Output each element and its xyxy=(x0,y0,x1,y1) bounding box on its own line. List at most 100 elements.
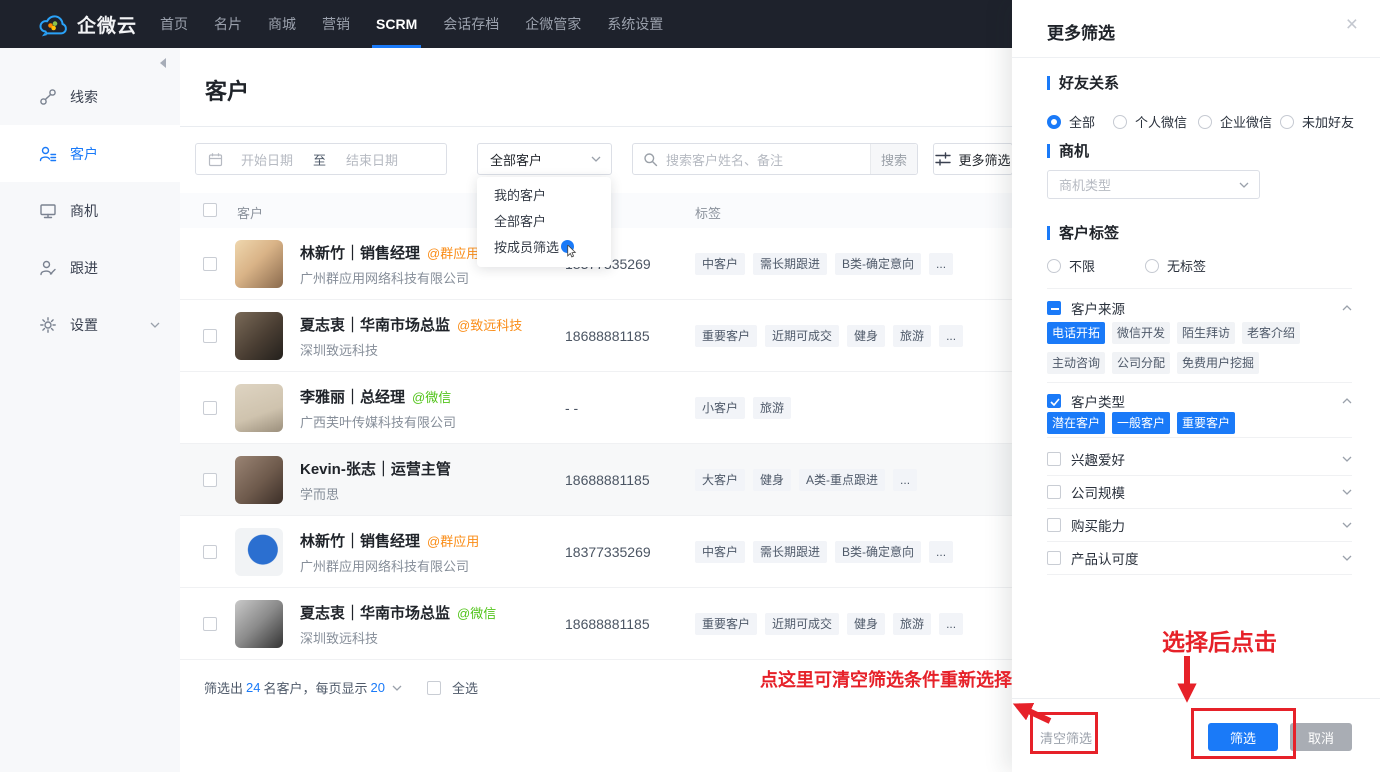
scope-option-all-customers[interactable]: 全部客户 xyxy=(477,209,611,235)
tag-group-customer-type[interactable]: 客户类型 xyxy=(1047,391,1352,411)
checkbox-icon[interactable] xyxy=(1047,485,1061,499)
tag-group-interests[interactable]: 兴趣爱好 xyxy=(1047,443,1352,476)
divider xyxy=(1012,698,1380,699)
scope-option-my-customers[interactable]: 我的客户 xyxy=(477,183,611,209)
customer-name: Kevin-张志｜运营主管 xyxy=(300,461,451,478)
checkbox-icon[interactable] xyxy=(1047,452,1061,466)
select-all-checkbox[interactable] xyxy=(426,680,441,695)
table-row[interactable]: 夏志衷｜华南市场总监 @微信 深圳致远科技 18688881185 重要客户 近期… xyxy=(180,588,1012,660)
chip[interactable]: 重要客户 xyxy=(1177,412,1236,434)
chevron-up-icon[interactable] xyxy=(1342,305,1352,311)
chevron-down-icon[interactable] xyxy=(392,685,402,691)
radio-enterprise-wechat[interactable]: 企业微信 xyxy=(1198,112,1272,131)
search-button[interactable]: 搜索 xyxy=(870,144,917,174)
cancel-button[interactable]: 取消 xyxy=(1290,723,1352,751)
table-row[interactable]: 夏志衷｜华南市场总监 @致远科技 深圳致远科技 18688881185 重要客户 … xyxy=(180,300,1012,372)
chevron-down-icon[interactable] xyxy=(1342,522,1352,528)
sidebar-item-opportunities[interactable]: 商机 xyxy=(0,182,180,239)
radio-all[interactable]: 全部 xyxy=(1047,112,1095,131)
section-marker xyxy=(1047,225,1050,240)
chevron-down-icon[interactable] xyxy=(1342,489,1352,495)
table-row[interactable]: 李雅丽｜总经理 @微信 广西芙叶传媒科技有限公司 - - 小客户 旅游 xyxy=(180,372,1012,444)
chip[interactable]: 陌生拜访 xyxy=(1177,322,1236,344)
tag: 大客户 xyxy=(695,469,746,491)
drawer-title: 更多筛选 xyxy=(1047,24,1115,43)
row-checkbox[interactable] xyxy=(203,401,217,415)
tag-more[interactable]: ... xyxy=(939,325,964,347)
tag-more[interactable]: ... xyxy=(929,253,954,275)
date-range-input[interactable]: 开始日期 至 结束日期 xyxy=(195,143,447,175)
customer-name: 夏志衷｜华南市场总监 xyxy=(300,317,451,334)
page-size-value[interactable]: 20 xyxy=(371,680,385,695)
sidebar-item-followup[interactable]: 跟进 xyxy=(0,239,180,296)
chevron-up-icon[interactable] xyxy=(1342,398,1352,404)
nav-item-mall[interactable]: 商城 xyxy=(262,0,302,48)
tag-group-product-recognition[interactable]: 产品认可度 xyxy=(1047,542,1352,575)
search-placeholder: 搜索客户姓名、备注 xyxy=(666,152,784,168)
nav-item-marketing[interactable]: 营销 xyxy=(316,0,356,48)
customer-scope-select[interactable]: 全部客户 xyxy=(477,143,612,175)
chip[interactable]: 一般客户 xyxy=(1112,412,1171,434)
tag-group-buying-power[interactable]: 购买能力 xyxy=(1047,509,1352,542)
chevron-down-icon[interactable] xyxy=(1342,555,1352,561)
row-checkbox[interactable] xyxy=(203,545,217,559)
radio-no-limit[interactable]: 不限 xyxy=(1047,256,1095,275)
row-checkbox[interactable] xyxy=(203,617,217,631)
customer-badge: @微信 xyxy=(457,606,497,621)
date-end-placeholder: 结束日期 xyxy=(346,152,399,168)
chip[interactable]: 微信开发 xyxy=(1112,322,1171,344)
search-input[interactable]: 搜索客户姓名、备注 搜索 xyxy=(632,143,918,175)
sidebar-item-settings[interactable]: 设置 xyxy=(0,296,180,353)
radio-no-tag[interactable]: 无标签 xyxy=(1145,256,1206,275)
nav-item-system-settings[interactable]: 系统设置 xyxy=(601,0,669,48)
chevron-down-icon xyxy=(1239,182,1249,188)
annotation-clear-hint: 点这里可清空筛选条件重新选择 xyxy=(760,670,1012,690)
chip[interactable]: 公司分配 xyxy=(1112,352,1171,374)
nav-item-home[interactable]: 首页 xyxy=(154,0,194,48)
page-title: 客户 xyxy=(205,79,250,104)
checkbox-icon[interactable] xyxy=(1047,551,1061,565)
chip[interactable]: 电话开拓 xyxy=(1047,322,1106,344)
radio-not-friend[interactable]: 未加好友 xyxy=(1280,112,1354,131)
nav-item-wecom-manager[interactable]: 企微管家 xyxy=(519,0,587,48)
sidebar-item-leads[interactable]: 线索 xyxy=(0,68,180,125)
divider xyxy=(1047,382,1352,383)
tag: 需长期跟进 xyxy=(753,541,828,563)
column-header-customer: 客户 xyxy=(237,206,264,221)
row-checkbox[interactable] xyxy=(203,257,217,271)
checkbox-icon[interactable] xyxy=(1047,518,1061,532)
tag-group-customer-source[interactable]: 客户来源 xyxy=(1047,298,1352,318)
nav-item-cards[interactable]: 名片 xyxy=(208,0,248,48)
customer-name: 林新竹｜销售经理 xyxy=(300,245,421,262)
indeterminate-checkbox-icon[interactable] xyxy=(1047,301,1061,315)
tag-more[interactable]: ... xyxy=(929,541,954,563)
chevron-down-icon[interactable] xyxy=(1342,456,1352,462)
sidebar-collapse-icon[interactable] xyxy=(160,58,166,68)
row-checkbox[interactable] xyxy=(203,329,217,343)
select-all-checkbox[interactable] xyxy=(203,203,217,217)
tag: B类-确定意向 xyxy=(835,541,922,563)
checked-checkbox-icon[interactable] xyxy=(1047,394,1061,408)
close-icon[interactable]: × xyxy=(1346,14,1358,35)
section-customer-tags: 客户标签 xyxy=(1047,222,1119,243)
scope-option-by-member[interactable]: 按成员筛选 xyxy=(477,235,611,261)
chip[interactable]: 免费用户挖掘 xyxy=(1177,352,1260,374)
sidebar-item-customers[interactable]: 客户 xyxy=(0,125,180,182)
chip[interactable]: 老客介绍 xyxy=(1242,322,1301,344)
customer-tags: 小客户 旅游 xyxy=(695,397,792,419)
tag-group-company-size[interactable]: 公司规模 xyxy=(1047,476,1352,509)
tag-more[interactable]: ... xyxy=(939,613,964,635)
radio-personal-wechat[interactable]: 个人微信 xyxy=(1113,112,1187,131)
table-row[interactable]: 林新竹｜销售经理 @群应用 广州群应用网络科技有限公司 18377335269 中… xyxy=(180,516,1012,588)
tag: 中客户 xyxy=(695,253,746,275)
chip[interactable]: 潜在客户 xyxy=(1047,412,1106,434)
chip[interactable]: 主动咨询 xyxy=(1047,352,1106,374)
nav-item-chat-archive[interactable]: 会话存档 xyxy=(437,0,505,48)
table-row[interactable]: Kevin-张志｜运营主管 学而思 18688881185 大客户 健身 A类-… xyxy=(180,444,1012,516)
nav-item-scrm[interactable]: SCRM xyxy=(370,0,423,48)
opportunity-type-select[interactable]: 商机类型 xyxy=(1047,170,1260,199)
more-filters-button[interactable]: 更多筛选 xyxy=(933,143,1013,175)
tag-more[interactable]: ... xyxy=(893,469,918,491)
row-checkbox[interactable] xyxy=(203,473,217,487)
result-count: 24 xyxy=(246,680,261,695)
